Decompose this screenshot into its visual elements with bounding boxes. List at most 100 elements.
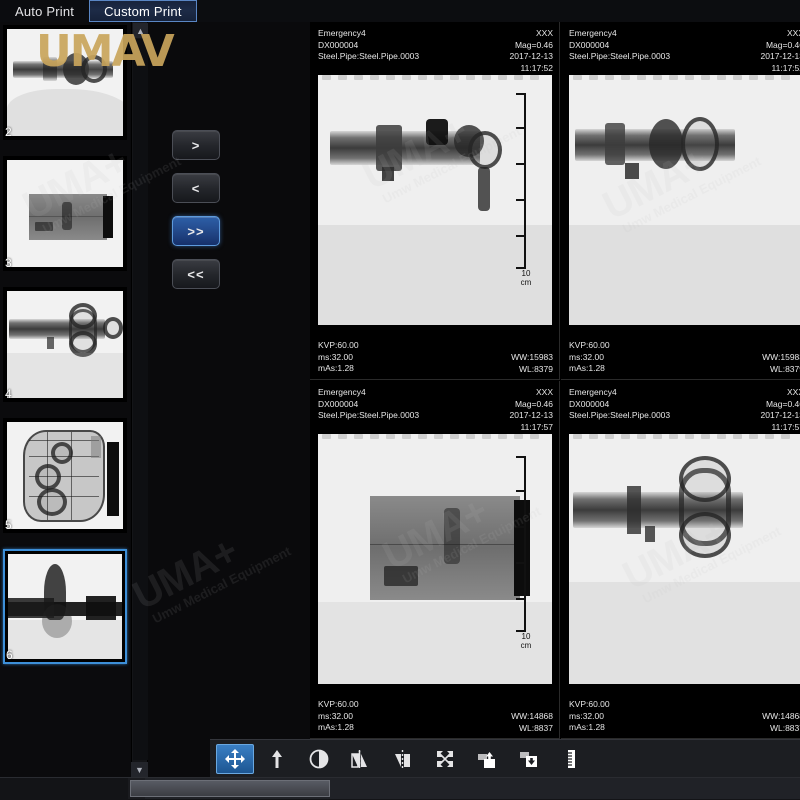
thumbnail-item[interactable]: 3 (3, 156, 127, 271)
horizontal-scrollbar[interactable]: ◀ (128, 778, 800, 799)
sheet-series: Steel.Pipe:Steel.Pipe.0003 (318, 410, 419, 422)
film-perforation (569, 434, 800, 441)
page-navigation-panel: > < >> << (148, 22, 308, 777)
thumbnail-number: 3 (5, 256, 12, 270)
thumbnail-image (7, 291, 123, 398)
sheet-header: Emergency4 DX000004 Steel.Pipe:Steel.Pip… (561, 381, 800, 433)
sheet-wl: WL:8379 (762, 364, 800, 376)
scrollbar-thumb[interactable] (130, 780, 330, 797)
sheet-marker: XXX (761, 28, 800, 40)
sheet-kvp: KVP:60.00 (569, 699, 610, 711)
sheet-ms: ms:32.00 (569, 711, 610, 723)
print-preview-area[interactable]: Emergency4 DX000004 Steel.Pipe:Steel.Pip… (310, 22, 800, 739)
sheet-date: 2017-12-13 (510, 410, 553, 422)
sheet-mas: mAs:1.28 (569, 722, 610, 734)
print-sheet[interactable]: Emergency4 DX000004 Steel.Pipe:Steel.Pip… (310, 381, 560, 739)
print-sheet[interactable]: Emergency4 DX000004 Steel.Pipe:Steel.Pip… (310, 22, 560, 380)
tab-bar: Auto Print Custom Print (0, 0, 800, 22)
sheet-marker: XXX (761, 387, 800, 399)
thumbnail-image (7, 29, 123, 136)
sheet-study-id: DX000004 (318, 399, 419, 411)
move-tool-button[interactable] (216, 744, 254, 774)
scroll-up-arrow-icon[interactable]: ▲ (133, 23, 148, 38)
prev-set-label: << (187, 267, 204, 282)
flip-vertical-tool-button[interactable] (384, 744, 422, 774)
tab-auto-print-label: Auto Print (15, 4, 74, 19)
scroll-down-arrow-icon[interactable]: ▼ (131, 762, 148, 778)
image-tools-toolbar (210, 739, 800, 777)
thumbnail-item[interactable]: 5 (3, 418, 127, 533)
custom-print-window: Auto Print Custom Print 2 (0, 0, 800, 800)
sheet-ww: WW:15983 (511, 352, 553, 364)
radiograph-content (569, 434, 800, 684)
thumbnail-number: 5 (5, 518, 12, 532)
sheet-kvp: KVP:60.00 (318, 340, 359, 352)
radiograph-image[interactable]: 10 cm (318, 434, 552, 684)
sheet-mag: Mag=0.46 (510, 40, 553, 52)
thumbnail-number: 4 (5, 387, 12, 401)
thumbnail-image (8, 554, 122, 659)
radiograph-content: 10 cm (318, 434, 552, 684)
flip-horizontal-tool-button[interactable] (342, 744, 380, 774)
sheet-date: 2017-12-13 (510, 51, 553, 63)
sheet-ww: WW:15983 (762, 352, 800, 364)
sheet-ww: WW:14868 (762, 711, 800, 723)
move-icon (224, 748, 246, 770)
rotate-up-tool-button[interactable] (258, 744, 296, 774)
sheet-wl: WL:8837 (511, 723, 553, 735)
sheet-time: 11:17:52 (761, 63, 800, 75)
sheet-marker: XXX (510, 387, 553, 399)
next-page-button[interactable]: > (172, 130, 220, 160)
sheet-mas: mAs:1.28 (318, 722, 359, 734)
tab-custom-print[interactable]: Custom Print (89, 0, 197, 22)
sheet-date: 2017-12-13 (761, 51, 800, 63)
thumbnail-rail[interactable]: 2 3 4 (0, 22, 130, 777)
film-perforation (569, 75, 800, 82)
send-up-tool-button[interactable] (468, 744, 506, 774)
tab-auto-print[interactable]: Auto Print (0, 0, 89, 22)
sheet-series: Steel.Pipe:Steel.Pipe.0003 (569, 410, 670, 422)
film-perforation (318, 434, 552, 441)
sheet-time: 11:17:57 (510, 422, 553, 434)
next-set-label: >> (187, 224, 204, 239)
scrollbar-track[interactable] (133, 39, 148, 760)
contrast-tool-button[interactable] (300, 744, 338, 774)
flip-vertical-icon (391, 748, 415, 770)
thumbnail-item-selected[interactable]: 6 (3, 549, 127, 664)
sheet-time: 11:17:52 (510, 63, 553, 75)
sheet-patient: Emergency4 (318, 387, 419, 399)
radiograph-image[interactable] (569, 434, 800, 684)
print-sheet[interactable]: Emergency4 DX000004 Steel.Pipe:Steel.Pip… (561, 381, 800, 739)
thumbnail-item[interactable]: 4 (3, 287, 127, 402)
prev-page-label: < (192, 181, 201, 196)
print-sheet[interactable]: Emergency4 DX000004 Steel.Pipe:Steel.Pip… (561, 22, 800, 380)
sheet-ms: ms:32.00 (318, 352, 359, 364)
tab-custom-print-label: Custom Print (104, 4, 182, 19)
sheet-date: 2017-12-13 (761, 410, 800, 422)
flip-horizontal-icon (349, 748, 373, 770)
sheet-patient: Emergency4 (569, 28, 670, 40)
thumbnail-rail-scrollbar[interactable]: ▲ (131, 22, 148, 777)
sheet-mas: mAs:1.28 (318, 363, 359, 375)
thumbnail-item[interactable]: 2 (3, 25, 127, 140)
radiograph-content (569, 75, 800, 325)
prev-page-button[interactable]: < (172, 173, 220, 203)
sheet-mag: Mag=0.46 (510, 399, 553, 411)
sheet-footer: KVP:60.00 ms:32.00 mAs:1.28 WW:15983 WL:… (561, 331, 800, 379)
sheet-patient: Emergency4 (318, 28, 419, 40)
next-set-button[interactable]: >> (172, 216, 220, 246)
ruler-tool-button[interactable] (552, 744, 590, 774)
sheet-wl: WL:8837 (762, 723, 800, 735)
sheet-mag: Mag=0.46 (761, 399, 800, 411)
sheet-header: Emergency4 DX000004 Steel.Pipe:Steel.Pip… (310, 22, 560, 74)
send-down-tool-button[interactable] (510, 744, 548, 774)
prev-set-button[interactable]: << (172, 259, 220, 289)
expand-tool-button[interactable] (426, 744, 464, 774)
next-page-label: > (192, 138, 201, 153)
radiograph-image[interactable]: 10 cm (318, 75, 552, 325)
sheet-footer: KVP:60.00 ms:32.00 mAs:1.28 WW:14868 WL:… (561, 690, 800, 738)
radiograph-content: 10 cm (318, 75, 552, 325)
sheet-series: Steel.Pipe:Steel.Pipe.0003 (318, 51, 419, 63)
thumbnail-number: 2 (5, 125, 12, 139)
radiograph-image[interactable] (569, 75, 800, 325)
